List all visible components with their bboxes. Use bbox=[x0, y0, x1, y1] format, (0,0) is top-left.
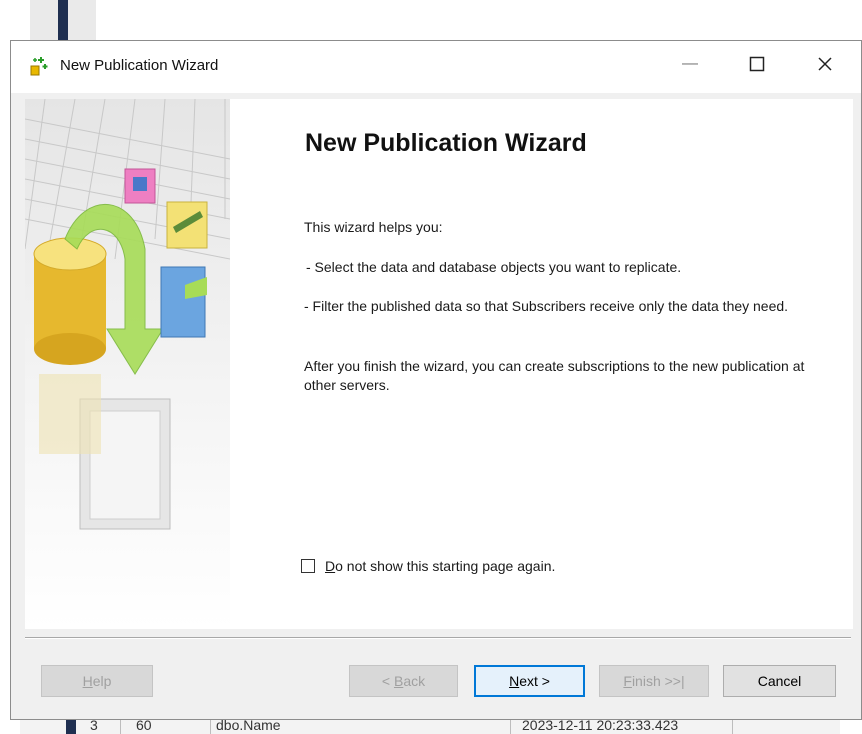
minimize-button[interactable]: — bbox=[667, 41, 713, 87]
title-bar[interactable]: New Publication Wizard — bbox=[11, 41, 861, 93]
background-window-fragment bbox=[30, 0, 96, 42]
background-accent-bar bbox=[58, 0, 68, 42]
bullet-filter-data: - Filter the published data so that Subs… bbox=[304, 298, 789, 314]
skip-start-page-label-text: o not show this starting page again. bbox=[335, 558, 556, 574]
replication-illustration-graphic bbox=[25, 99, 230, 530]
close-icon bbox=[818, 57, 832, 71]
minimize-icon: — bbox=[682, 55, 698, 72]
next-label: ext > bbox=[519, 673, 550, 689]
help-button[interactable]: Help bbox=[41, 665, 153, 697]
row-selector bbox=[66, 719, 76, 734]
skip-start-page-option[interactable]: Do not show this starting page again. bbox=[301, 555, 555, 577]
new-publication-wizard-dialog: New Publication Wizard — New Publication… bbox=[10, 40, 862, 720]
after-finish-text: After you finish the wizard, you can cre… bbox=[304, 358, 805, 393]
maximize-icon bbox=[749, 56, 765, 72]
finish-button[interactable]: Finish >>| bbox=[599, 665, 709, 697]
bullet-select-objects: - Select the data and database objects y… bbox=[306, 259, 682, 275]
back-mnemonic: B bbox=[393, 673, 404, 689]
wizard-page: New Publication Wizard This wizard helps… bbox=[25, 99, 853, 629]
skip-start-page-checkbox[interactable] bbox=[301, 559, 315, 573]
help-mnemonic: H bbox=[82, 673, 93, 689]
button-divider bbox=[25, 637, 851, 639]
maximize-button[interactable] bbox=[734, 41, 780, 87]
close-button[interactable] bbox=[802, 41, 848, 87]
skip-start-page-mnemonic: D bbox=[325, 558, 336, 574]
window-title: New Publication Wizard bbox=[60, 57, 219, 74]
next-mnemonic: N bbox=[509, 673, 520, 689]
back-label: ack bbox=[403, 673, 426, 689]
skip-start-page-label[interactable]: Do not show this starting page again. bbox=[325, 558, 555, 574]
next-button[interactable]: Next > bbox=[474, 665, 585, 697]
cancel-button[interactable]: Cancel bbox=[723, 665, 836, 697]
back-button[interactable]: < Back bbox=[349, 665, 458, 697]
intro-text: This wizard helps you: bbox=[304, 219, 443, 235]
page-heading: New Publication Wizard bbox=[305, 129, 587, 157]
finish-mnemonic: F bbox=[623, 673, 632, 689]
back-prefix: < bbox=[381, 673, 394, 689]
wizard-icon bbox=[30, 57, 48, 76]
replication-illustration bbox=[25, 99, 230, 629]
finish-label: inish >>| bbox=[631, 673, 685, 689]
help-label: elp bbox=[92, 673, 112, 689]
cancel-label: Cancel bbox=[757, 673, 802, 689]
